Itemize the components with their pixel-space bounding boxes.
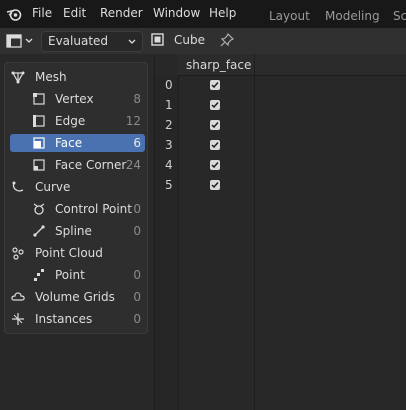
domain-item-face-corner[interactable]: Face Corner 24	[5, 156, 147, 174]
instances-icon	[12, 313, 24, 325]
row-index: 0	[165, 78, 173, 92]
domain-tree: Mesh Vertex 8 Edge 12 Face 6 Face Corner 24 Curve…	[4, 62, 148, 334]
sharp-face-checkbox	[210, 180, 220, 190]
checkmark-icon	[211, 102, 219, 109]
menu-window[interactable]: Window	[153, 6, 200, 20]
domain-label: Face Corner	[55, 158, 127, 172]
curve-icon	[12, 181, 24, 192]
evaluation-mode-value: Evaluated	[48, 34, 109, 48]
menu-help[interactable]: Help	[209, 6, 236, 20]
edge-icon	[33, 115, 45, 127]
domain-label: Control Point	[55, 202, 132, 216]
domain-item-instances[interactable]: Instances 0	[5, 310, 147, 328]
index-divider	[178, 54, 179, 410]
menu-render[interactable]: Render	[100, 6, 143, 20]
domain-item-curve[interactable]: Curve	[5, 178, 147, 196]
checkmark-icon	[211, 122, 219, 129]
row-index: 5	[165, 178, 173, 192]
face-icon	[33, 137, 45, 149]
menu-file[interactable]: File	[32, 6, 52, 20]
domain-item-control-point[interactable]: Control Point 0	[5, 200, 147, 218]
domain-label: Mesh	[35, 70, 67, 84]
dataset-region: Mesh Vertex 8 Edge 12 Face 6 Face Corner 24 Curve…	[0, 54, 154, 410]
pin-icon[interactable]	[219, 32, 235, 48]
object-icon	[151, 33, 164, 46]
volume-icon	[11, 292, 25, 301]
domain-item-point[interactable]: Point 0	[5, 266, 147, 284]
domain-label: Vertex	[55, 92, 94, 106]
mesh-icon	[11, 71, 25, 84]
editor-type-selector[interactable]	[6, 31, 36, 51]
row-index: 3	[165, 138, 173, 152]
domain-item-vertex[interactable]: Vertex 8	[5, 90, 147, 108]
sharp-face-checkbox	[210, 80, 220, 90]
column-header-sharp-face[interactable]: sharp_face	[178, 54, 406, 76]
row-index: 1	[165, 98, 173, 112]
control-point-icon	[33, 203, 45, 215]
domain-label: Volume Grids	[35, 290, 115, 304]
domain-label: Edge	[55, 114, 86, 128]
sharp-face-checkbox	[210, 140, 220, 150]
menu-edit[interactable]: Edit	[63, 6, 86, 20]
domain-count: 0	[133, 202, 141, 216]
domain-item-face[interactable]: Face 6	[5, 134, 147, 152]
domain-count: 24	[125, 158, 141, 172]
evaluation-mode-dropdown[interactable]: Evaluated	[41, 31, 143, 52]
domain-count: 12	[125, 114, 141, 128]
workspace-tab-layout[interactable]: Layout	[269, 9, 310, 23]
domain-count: 8	[133, 92, 141, 106]
blender-logo-icon[interactable]	[6, 6, 22, 22]
sharp-face-checkbox	[210, 120, 220, 130]
domain-count: 6	[133, 136, 141, 150]
domain-label: Spline	[55, 224, 92, 238]
column-divider	[254, 54, 255, 410]
domain-count: 0	[133, 268, 141, 282]
sharp-face-checkbox	[210, 160, 220, 170]
checkmark-icon	[211, 82, 219, 89]
domain-count: 0	[133, 290, 141, 304]
domain-label: Point	[55, 268, 85, 282]
spreadsheet-editor-icon	[6, 34, 22, 48]
editor-header: Evaluated Cube	[0, 28, 406, 54]
spreadsheet-table: sharp_face 0 1 2 3 4 5	[155, 54, 406, 410]
checkmark-icon	[211, 182, 219, 189]
face-corner-icon	[33, 159, 45, 171]
row-index: 2	[165, 118, 173, 132]
spline-icon	[33, 225, 45, 237]
column-header-label: sharp_face	[186, 58, 252, 72]
domain-label: Point Cloud	[35, 246, 103, 260]
chevron-down-icon	[128, 39, 136, 44]
workspace-tab-scripting[interactable]: Sc	[393, 9, 406, 23]
domain-item-edge[interactable]: Edge 12	[5, 112, 147, 130]
vertex-icon	[33, 93, 45, 105]
domain-item-volume-grids[interactable]: Volume Grids 0	[5, 288, 147, 306]
sharp-face-checkbox	[210, 100, 220, 110]
object-name: Cube	[174, 33, 205, 47]
domain-count: 0	[133, 224, 141, 238]
row-index: 4	[165, 158, 173, 172]
domain-label: Instances	[35, 312, 93, 326]
domain-label: Face	[55, 136, 83, 150]
domain-count: 0	[133, 312, 141, 326]
top-menu-bar: File Edit Render Window Help Layout Mode…	[0, 0, 406, 28]
workspace-tab-modeling[interactable]: Modeling	[325, 9, 380, 23]
checkmark-icon	[211, 162, 219, 169]
checkmark-icon	[211, 142, 219, 149]
point-cloud-icon	[12, 247, 24, 260]
domain-item-mesh[interactable]: Mesh	[5, 68, 147, 86]
domain-label: Curve	[35, 180, 71, 194]
point-icon	[34, 269, 44, 281]
domain-item-point-cloud[interactable]: Point Cloud	[5, 244, 147, 262]
chevron-down-icon	[25, 38, 33, 43]
domain-item-spline[interactable]: Spline 0	[5, 222, 147, 240]
